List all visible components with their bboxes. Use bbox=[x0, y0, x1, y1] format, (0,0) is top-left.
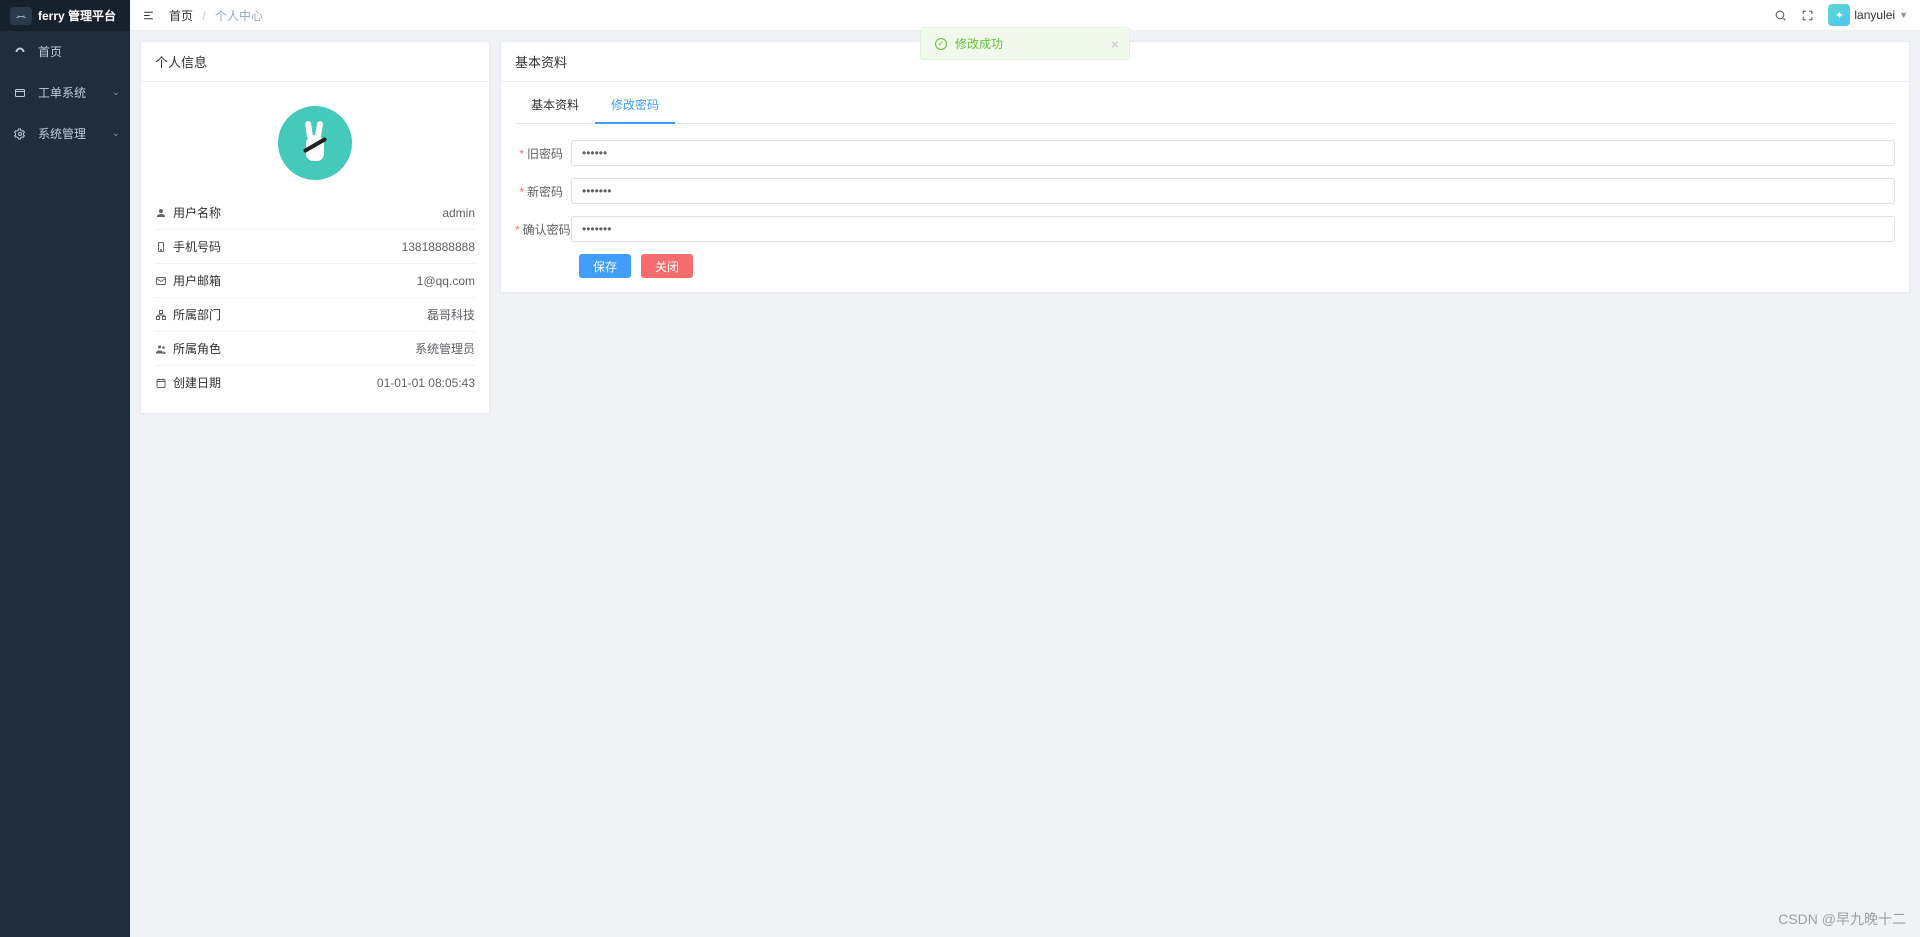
dashboard-icon bbox=[14, 46, 28, 58]
header-left: 首页 / 个人中心 bbox=[142, 7, 263, 24]
avatar-image bbox=[300, 121, 330, 165]
form-row-new-password: *新密码 bbox=[515, 178, 1895, 204]
info-row-email: 用户邮箱 1@qq.com bbox=[155, 264, 475, 298]
profile-card: 个人信息 用户名称 admin bbox=[140, 41, 490, 414]
main-area: 首页 / 个人中心 ✦ lanyulei ▼ bbox=[130, 0, 1920, 937]
tab-basic[interactable]: 基本资料 bbox=[515, 96, 595, 123]
form-actions: 保存 关闭 bbox=[515, 254, 1895, 278]
detail-card: 基本资料 基本资料 修改密码 *旧密码 *新密码 *确 bbox=[500, 41, 1910, 293]
info-value: 13818888888 bbox=[402, 240, 475, 254]
chevron-down-icon: ⌄ bbox=[112, 87, 120, 98]
close-button[interactable]: 关闭 bbox=[641, 254, 693, 278]
toast-message: 修改成功 bbox=[955, 35, 1003, 52]
old-password-input[interactable] bbox=[571, 140, 1895, 166]
header-right: ✦ lanyulei ▼ bbox=[1774, 4, 1908, 26]
form-row-old-password: *旧密码 bbox=[515, 140, 1895, 166]
breadcrumb-current: 个人中心 bbox=[215, 9, 263, 23]
brand-icon bbox=[10, 7, 32, 25]
sidebar-item-label: 系统管理 bbox=[38, 125, 86, 142]
info-value: 01-01-01 08:05:43 bbox=[377, 376, 475, 390]
tab-password[interactable]: 修改密码 bbox=[595, 96, 675, 123]
save-button[interactable]: 保存 bbox=[579, 254, 631, 278]
close-icon[interactable]: × bbox=[1111, 36, 1119, 52]
profile-info-list: 用户名称 admin 手机号码 13818888888 用户邮箱 1@qq.co… bbox=[155, 196, 475, 399]
tabs: 基本资料 修改密码 bbox=[515, 96, 1895, 124]
success-toast: ✓ 修改成功 × bbox=[920, 27, 1130, 60]
group-icon bbox=[155, 343, 167, 355]
hamburger-icon[interactable] bbox=[142, 9, 155, 22]
check-circle-icon: ✓ bbox=[935, 38, 947, 50]
sidebar-item-system[interactable]: 系统管理 ⌄ bbox=[0, 113, 130, 154]
sidebar-item-tickets[interactable]: 工单系统 ⌄ bbox=[0, 72, 130, 113]
info-value: admin bbox=[442, 206, 475, 220]
info-row-role: 所属角色 系统管理员 bbox=[155, 332, 475, 366]
confirm-password-label: *确认密码 bbox=[515, 221, 571, 238]
search-icon[interactable] bbox=[1774, 9, 1787, 22]
info-value: 1@qq.com bbox=[417, 274, 475, 288]
fullscreen-icon[interactable] bbox=[1801, 9, 1814, 22]
profile-card-body: 用户名称 admin 手机号码 13818888888 用户邮箱 1@qq.co… bbox=[141, 82, 489, 413]
avatar-container bbox=[155, 96, 475, 196]
username-label: lanyulei bbox=[1854, 8, 1895, 22]
breadcrumb-separator: / bbox=[202, 9, 205, 23]
org-icon bbox=[155, 309, 167, 321]
ticket-icon bbox=[14, 87, 28, 99]
user-avatar: ✦ bbox=[1828, 4, 1850, 26]
profile-card-title: 个人信息 bbox=[141, 42, 489, 82]
breadcrumb-home[interactable]: 首页 bbox=[169, 9, 193, 23]
detail-card-body: 基本资料 修改密码 *旧密码 *新密码 *确认密码 bbox=[501, 82, 1909, 292]
info-value: 系统管理员 bbox=[415, 340, 475, 357]
info-row-created: 创建日期 01-01-01 08:05:43 bbox=[155, 366, 475, 399]
chevron-down-icon: ⌄ bbox=[112, 128, 120, 139]
sidebar-item-label: 首页 bbox=[38, 43, 62, 60]
mail-icon bbox=[155, 275, 167, 287]
new-password-label: *新密码 bbox=[515, 183, 571, 200]
confirm-password-input[interactable] bbox=[571, 216, 1895, 242]
content: ✓ 修改成功 × 个人信息 bbox=[130, 31, 1920, 937]
info-row-dept: 所属部门 磊哥科技 bbox=[155, 298, 475, 332]
info-row-phone: 手机号码 13818888888 bbox=[155, 230, 475, 264]
sidebar-item-home[interactable]: 首页 bbox=[0, 31, 130, 72]
old-password-label: *旧密码 bbox=[515, 145, 571, 162]
user-menu[interactable]: ✦ lanyulei ▼ bbox=[1828, 4, 1908, 26]
breadcrumb: 首页 / 个人中心 bbox=[169, 7, 263, 24]
brand-logo[interactable]: ferry 管理平台 bbox=[0, 0, 130, 31]
app-root: ferry 管理平台 首页 工单系统 ⌄ 系统管理 ⌄ bbox=[0, 0, 1920, 937]
sidebar-nav: 首页 工单系统 ⌄ 系统管理 ⌄ bbox=[0, 31, 130, 154]
brand-text: ferry 管理平台 bbox=[38, 7, 116, 24]
sidebar-item-label: 工单系统 bbox=[38, 84, 86, 101]
detail-card-title: 基本资料 bbox=[501, 42, 1909, 82]
sidebar: ferry 管理平台 首页 工单系统 ⌄ 系统管理 ⌄ bbox=[0, 0, 130, 937]
info-value: 磊哥科技 bbox=[427, 306, 475, 323]
caret-down-icon: ▼ bbox=[1899, 10, 1908, 20]
profile-avatar[interactable] bbox=[278, 106, 352, 180]
calendar-icon bbox=[155, 377, 167, 389]
phone-icon bbox=[155, 241, 167, 253]
info-row-username: 用户名称 admin bbox=[155, 196, 475, 230]
form-row-confirm-password: *确认密码 bbox=[515, 216, 1895, 242]
gear-icon bbox=[14, 128, 28, 140]
new-password-input[interactable] bbox=[571, 178, 1895, 204]
user-icon bbox=[155, 207, 167, 219]
